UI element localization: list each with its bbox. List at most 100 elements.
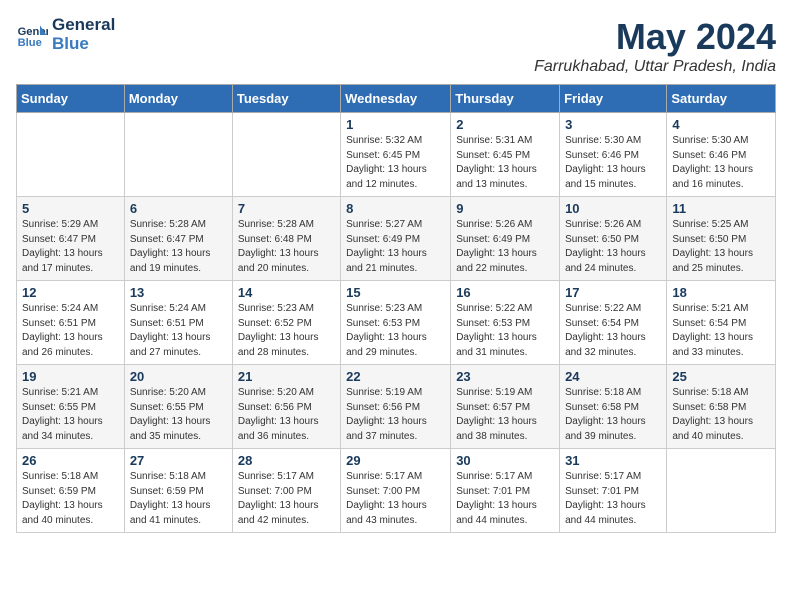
day-info: Sunrise: 5:24 AM Sunset: 6:51 PM Dayligh…: [130, 302, 227, 360]
calendar-day-cell: 10 Sunrise: 5:26 AM Sunset: 6:50 PM Dayli…: [560, 197, 667, 281]
day-number: 6: [130, 201, 227, 216]
day-number: 3: [565, 117, 661, 132]
day-number: 21: [238, 369, 335, 384]
day-number: 10: [565, 201, 661, 216]
day-number: 12: [22, 285, 119, 300]
calendar-day-cell: 15Sunrise: 5:23 AM Sunset: 6:53 PM Dayli…: [341, 281, 451, 365]
day-number: 8: [346, 201, 445, 216]
day-number: 4: [672, 117, 770, 132]
day-info: Sunrise: 5:20 AM Sunset: 6:56 PM Dayligh…: [238, 386, 335, 444]
day-info: Sunrise: 5:25 AM Sunset: 6:50 PM Dayligh…: [672, 218, 770, 276]
svg-text:Blue: Blue: [18, 37, 42, 49]
calendar-day-cell: 26 Sunrise: 5:18 AM Sunset: 6:59 PM Dayli…: [17, 449, 125, 533]
day-info: Sunrise: 5:17 AM Sunset: 7:00 PM Dayligh…: [346, 470, 445, 528]
calendar-day-cell: 24Sunrise: 5:18 AM Sunset: 6:58 PM Dayli…: [560, 365, 667, 449]
day-number: 2: [456, 117, 554, 132]
day-number: 13: [130, 285, 227, 300]
day-info: Sunrise: 5:30 AM Sunset: 6:46 PM Dayligh…: [565, 134, 661, 192]
day-info: Sunrise: 5:29 AM Sunset: 6:47 PM Dayligh…: [22, 218, 119, 276]
day-number: 1: [346, 117, 445, 132]
day-number: 9: [456, 201, 554, 216]
weekday-header: Saturday: [667, 85, 776, 113]
day-info: Sunrise: 5:18 AM Sunset: 6:59 PM Dayligh…: [22, 470, 119, 528]
calendar-day-cell: 29Sunrise: 5:17 AM Sunset: 7:00 PM Dayli…: [341, 449, 451, 533]
calendar-week-row: 5Sunrise: 5:29 AM Sunset: 6:47 PM Daylig…: [17, 197, 776, 281]
calendar-day-cell: 2Sunrise: 5:31 AM Sunset: 6:45 PM Daylig…: [451, 113, 560, 197]
calendar-day-cell: 28 Sunrise: 5:17 AM Sunset: 7:00 PM Dayli…: [232, 449, 340, 533]
month-title: May 2024: [534, 16, 776, 58]
calendar-day-cell: 1 Sunrise: 5:32 AM Sunset: 6:45 PM Daylig…: [341, 113, 451, 197]
calendar-day-cell: [667, 449, 776, 533]
day-info: Sunrise: 5:23 AM Sunset: 6:53 PM Dayligh…: [346, 302, 445, 360]
calendar-day-cell: 16 Sunrise: 5:22 AM Sunset: 6:53 PM Dayli…: [451, 281, 560, 365]
calendar-day-cell: [232, 113, 340, 197]
weekday-header: Tuesday: [232, 85, 340, 113]
day-info: Sunrise: 5:21 AM Sunset: 6:55 PM Dayligh…: [22, 386, 119, 444]
weekday-header: Wednesday: [341, 85, 451, 113]
calendar-week-row: 1 Sunrise: 5:32 AM Sunset: 6:45 PM Daylig…: [17, 113, 776, 197]
calendar-day-cell: 30Sunrise: 5:17 AM Sunset: 7:01 PM Dayli…: [451, 449, 560, 533]
day-number: 19: [22, 369, 119, 384]
calendar-day-cell: 7 Sunrise: 5:28 AM Sunset: 6:48 PM Daylig…: [232, 197, 340, 281]
logo-text: General Blue: [52, 16, 115, 53]
calendar-day-cell: 18 Sunrise: 5:21 AM Sunset: 6:54 PM Dayli…: [667, 281, 776, 365]
day-number: 31: [565, 453, 661, 468]
calendar-day-cell: 31 Sunrise: 5:17 AM Sunset: 7:01 PM Dayli…: [560, 449, 667, 533]
day-info: Sunrise: 5:26 AM Sunset: 6:50 PM Dayligh…: [565, 218, 661, 276]
logo-icon: General Blue: [16, 19, 48, 51]
location-title: Farrukhabad, Uttar Pradesh, India: [534, 58, 776, 76]
day-number: 14: [238, 285, 335, 300]
day-number: 18: [672, 285, 770, 300]
day-number: 25: [672, 369, 770, 384]
calendar-table: SundayMondayTuesdayWednesdayThursdayFrid…: [16, 84, 776, 533]
day-number: 22: [346, 369, 445, 384]
calendar-day-cell: 21 Sunrise: 5:20 AM Sunset: 6:56 PM Dayli…: [232, 365, 340, 449]
logo: General Blue General Blue: [16, 16, 115, 53]
calendar-day-cell: [124, 113, 232, 197]
weekday-header: Monday: [124, 85, 232, 113]
day-info: Sunrise: 5:19 AM Sunset: 6:57 PM Dayligh…: [456, 386, 554, 444]
day-info: Sunrise: 5:24 AM Sunset: 6:51 PM Dayligh…: [22, 302, 119, 360]
calendar-header-row: SundayMondayTuesdayWednesdayThursdayFrid…: [17, 85, 776, 113]
day-number: 7: [238, 201, 335, 216]
day-number: 28: [238, 453, 335, 468]
weekday-header: Sunday: [17, 85, 125, 113]
day-info: Sunrise: 5:32 AM Sunset: 6:45 PM Dayligh…: [346, 134, 445, 192]
day-number: 17: [565, 285, 661, 300]
calendar-day-cell: [17, 113, 125, 197]
day-number: 11: [672, 201, 770, 216]
day-info: Sunrise: 5:28 AM Sunset: 6:47 PM Dayligh…: [130, 218, 227, 276]
day-info: Sunrise: 5:27 AM Sunset: 6:49 PM Dayligh…: [346, 218, 445, 276]
calendar-week-row: 12 Sunrise: 5:24 AM Sunset: 6:51 PM Dayli…: [17, 281, 776, 365]
day-number: 30: [456, 453, 554, 468]
calendar-day-cell: 25 Sunrise: 5:18 AM Sunset: 6:58 PM Dayli…: [667, 365, 776, 449]
calendar-day-cell: 13 Sunrise: 5:24 AM Sunset: 6:51 PM Dayli…: [124, 281, 232, 365]
calendar-day-cell: 3 Sunrise: 5:30 AM Sunset: 6:46 PM Daylig…: [560, 113, 667, 197]
day-info: Sunrise: 5:17 AM Sunset: 7:00 PM Dayligh…: [238, 470, 335, 528]
day-info: Sunrise: 5:26 AM Sunset: 6:49 PM Dayligh…: [456, 218, 554, 276]
day-number: 26: [22, 453, 119, 468]
calendar-day-cell: 9 Sunrise: 5:26 AM Sunset: 6:49 PM Daylig…: [451, 197, 560, 281]
calendar-week-row: 19 Sunrise: 5:21 AM Sunset: 6:55 PM Dayli…: [17, 365, 776, 449]
day-info: Sunrise: 5:21 AM Sunset: 6:54 PM Dayligh…: [672, 302, 770, 360]
calendar-day-cell: 20Sunrise: 5:20 AM Sunset: 6:55 PM Dayli…: [124, 365, 232, 449]
day-info: Sunrise: 5:30 AM Sunset: 6:46 PM Dayligh…: [672, 134, 770, 192]
calendar-day-cell: 5Sunrise: 5:29 AM Sunset: 6:47 PM Daylig…: [17, 197, 125, 281]
day-number: 24: [565, 369, 661, 384]
day-info: Sunrise: 5:22 AM Sunset: 6:53 PM Dayligh…: [456, 302, 554, 360]
page-header: General Blue General Blue May 2024 Farru…: [16, 16, 776, 76]
day-info: Sunrise: 5:19 AM Sunset: 6:56 PM Dayligh…: [346, 386, 445, 444]
day-number: 16: [456, 285, 554, 300]
day-info: Sunrise: 5:17 AM Sunset: 7:01 PM Dayligh…: [565, 470, 661, 528]
day-info: Sunrise: 5:18 AM Sunset: 6:58 PM Dayligh…: [672, 386, 770, 444]
calendar-day-cell: 23Sunrise: 5:19 AM Sunset: 6:57 PM Dayli…: [451, 365, 560, 449]
calendar-day-cell: 4 Sunrise: 5:30 AM Sunset: 6:46 PM Daylig…: [667, 113, 776, 197]
calendar-day-cell: 6 Sunrise: 5:28 AM Sunset: 6:47 PM Daylig…: [124, 197, 232, 281]
calendar-day-cell: 17Sunrise: 5:22 AM Sunset: 6:54 PM Dayli…: [560, 281, 667, 365]
calendar-day-cell: 12 Sunrise: 5:24 AM Sunset: 6:51 PM Dayli…: [17, 281, 125, 365]
calendar-day-cell: 14 Sunrise: 5:23 AM Sunset: 6:52 PM Dayli…: [232, 281, 340, 365]
calendar-day-cell: 11 Sunrise: 5:25 AM Sunset: 6:50 PM Dayli…: [667, 197, 776, 281]
weekday-header: Thursday: [451, 85, 560, 113]
day-info: Sunrise: 5:28 AM Sunset: 6:48 PM Dayligh…: [238, 218, 335, 276]
day-info: Sunrise: 5:23 AM Sunset: 6:52 PM Dayligh…: [238, 302, 335, 360]
